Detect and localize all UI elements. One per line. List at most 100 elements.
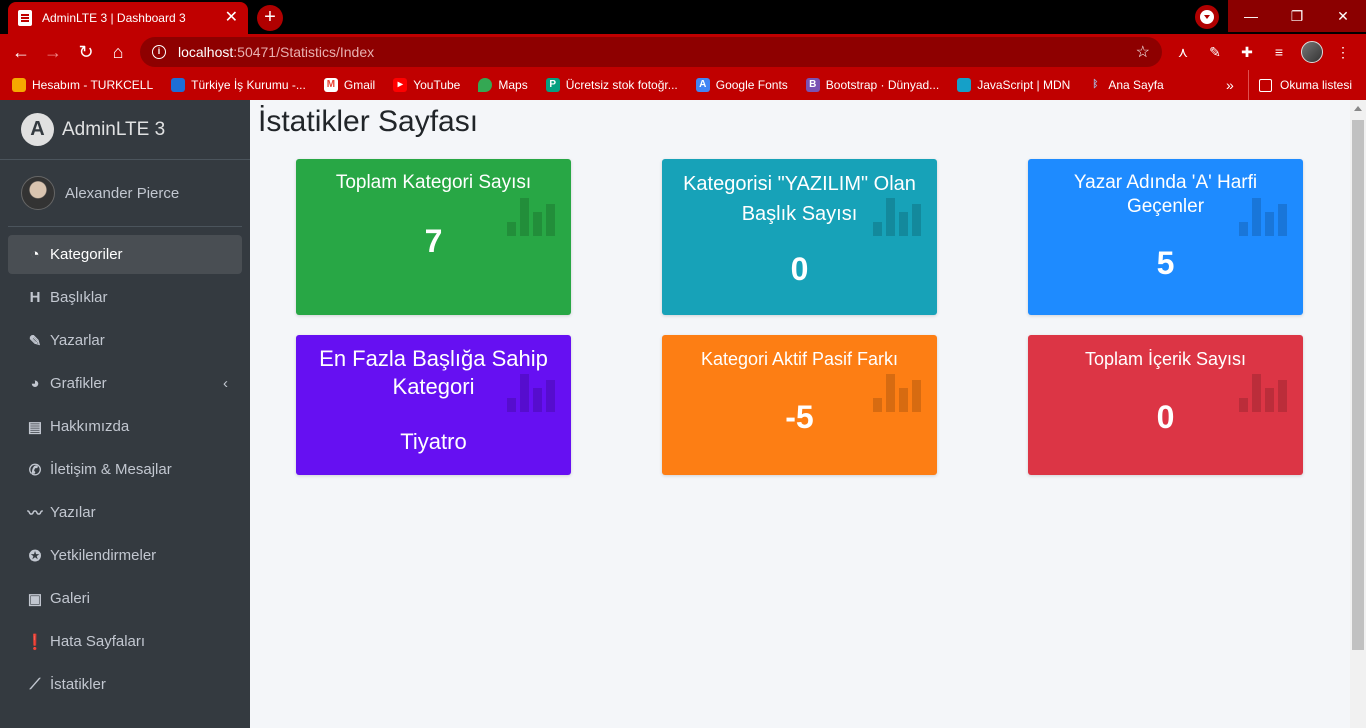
bar-chart-icon (507, 368, 557, 412)
sidebar-item-iletisim[interactable]: ✆ İletişim & Mesajlar (8, 450, 242, 489)
sidebar-item-istatikler[interactable]: ⟋ İstatikler (8, 665, 242, 704)
scrollbar-thumb[interactable] (1352, 120, 1364, 650)
chevron-left-icon[interactable]: ‹ (223, 375, 228, 392)
media-control-icon[interactable]: ≡ (1269, 42, 1289, 62)
browser-toolbar: ← → ↻ ⌂ i localhost:50471/Statistics/Ind… (0, 34, 1366, 70)
sidebar-item-yazarlar[interactable]: ✎ Yazarlar (8, 321, 242, 360)
sidebar-item-label: Yazarlar (50, 332, 105, 349)
bookmark-item[interactable]: ▸ YouTube (393, 78, 460, 92)
gmail-icon: M (323, 78, 338, 92)
bar-chart-icon (1239, 192, 1289, 236)
chart-pie-icon: ◕ (30, 375, 40, 392)
sidebar-item-label: Galeri (50, 590, 91, 607)
bookmark-item[interactable]: B Bootstrap · Dünyad... (805, 78, 939, 92)
card-value: Tiyatro (400, 429, 467, 454)
address-bar[interactable]: i localhost:50471/Statistics/Index ☆ (140, 37, 1162, 67)
pdf-extension-icon[interactable]: ⋏ (1173, 42, 1193, 62)
forward-arrow-icon[interactable]: → (41, 40, 65, 64)
pexels-icon: P (545, 78, 560, 92)
sidebar-item-label: Hata Sayfaları (50, 633, 146, 650)
menu-kebab-icon[interactable]: ⋮ (1333, 42, 1353, 62)
sidebar-item-basliklar[interactable]: H Başlıklar (8, 278, 242, 317)
card-title: Toplam İçerik Sayısı (1084, 349, 1247, 369)
tab-close-icon[interactable]: ✕ (225, 10, 238, 26)
image-icon: ▣ (27, 590, 43, 608)
sidebar-item-label: İstatikler (50, 676, 106, 693)
tab-search-icon[interactable] (1195, 5, 1219, 29)
mdn-icon (957, 78, 972, 92)
profile-avatar[interactable] (1301, 41, 1323, 63)
bookmark-item[interactable]: Hesabım - TURKCELL (12, 78, 153, 92)
brand-link[interactable]: AdminLTE 3 (0, 100, 250, 160)
card-title: Toplam Kategori Sayısı (335, 172, 532, 193)
bookmark-item[interactable]: ᛒ Ana Sayfa (1088, 78, 1163, 92)
user-panel: Alexander Pierce (8, 160, 242, 227)
google-fonts-icon: A (695, 78, 710, 92)
sidebar-item-yetkilendirmeler[interactable]: ✪ Yetkilendirmeler (8, 536, 242, 575)
user-name-link[interactable]: Alexander Pierce (65, 185, 179, 202)
pen-extension-icon[interactable]: ✎ (1205, 42, 1225, 62)
sidebar-item-grafikler[interactable]: ◕ Grafikler ‹ (8, 364, 242, 403)
heading-icon: H (29, 289, 41, 306)
sidebar-item-yazilar[interactable]: 〰 Yazılar (8, 493, 242, 532)
new-tab-button[interactable]: + (257, 5, 283, 31)
turkcell-icon (12, 78, 26, 92)
brand-text: AdminLTE 3 (62, 118, 166, 140)
maximize-button[interactable]: ❐ (1274, 0, 1320, 32)
stat-card-toplam-kategori: Toplam Kategori Sayısı 7 (296, 159, 571, 315)
back-arrow-icon[interactable]: ← (9, 40, 33, 64)
site-info-icon[interactable]: i (152, 45, 166, 59)
reload-icon[interactable]: ↻ (74, 40, 98, 64)
sidebar-item-label: Hakkımızda (50, 418, 130, 435)
bookmark-item[interactable]: A Google Fonts (695, 78, 788, 92)
bookmark-item[interactable]: Türkiye İş Kurumu -... (171, 78, 306, 92)
ana-sayfa-icon: ᛒ (1092, 79, 1099, 90)
bookmarks-overflow-icon[interactable]: » (1226, 77, 1234, 93)
bookmark-star-icon[interactable]: ☆ (1136, 42, 1150, 62)
pen-icon: ✎ (28, 332, 42, 350)
page-favicon-icon (18, 10, 32, 26)
sidebar-item-label: Yetkilendirmeler (50, 547, 157, 564)
signature-icon: 〰 (27, 505, 43, 522)
sidebar-item-hata-sayfalari[interactable]: ❗ Hata Sayfaları (8, 622, 242, 661)
extensions-puzzle-icon[interactable]: ✚ (1237, 42, 1257, 62)
browser-titlebar: AdminLTE 3 | Dashboard 3 ✕ + — ❐ ✕ (0, 0, 1366, 34)
sidebar-item-galeri[interactable]: ▣ Galeri (8, 579, 242, 618)
sidebar-item-kategoriler[interactable]: ◔ Kategoriler (8, 235, 242, 274)
bookmark-item[interactable]: P Ücretsiz stok fotoğr... (545, 78, 678, 92)
adminlte-logo-icon (21, 113, 54, 146)
bookmark-item[interactable]: JavaScript | MDN (957, 78, 1070, 92)
reading-list-button[interactable]: Okuma listesi (1248, 70, 1352, 100)
browser-tab[interactable]: AdminLTE 3 | Dashboard 3 ✕ (8, 2, 248, 34)
page-scrollbar[interactable] (1350, 100, 1366, 728)
bootstrap-icon: B (805, 78, 820, 92)
url-path: :50471/Statistics/Index (233, 44, 375, 60)
stat-card-toplam-icerik: Toplam İçerik Sayısı 0 (1028, 335, 1303, 475)
bookmarks-bar: Hesabım - TURKCELL Türkiye İş Kurumu -..… (0, 70, 1366, 100)
close-window-button[interactable]: ✕ (1320, 0, 1366, 32)
bookmark-item[interactable]: M Gmail (323, 78, 375, 92)
user-avatar (21, 176, 55, 210)
minimize-button[interactable]: — (1228, 0, 1274, 32)
card-value: 5 (1156, 245, 1175, 281)
bar-chart-icon (1239, 368, 1289, 412)
sidebar-item-hakkimizda[interactable]: ▤ Hakkımızda (8, 407, 242, 446)
main-content: İstatikler Sayfası Toplam Kategori Sayıs… (250, 100, 1350, 728)
reading-list-icon (1259, 78, 1272, 92)
url-host: localhost (178, 44, 234, 60)
bookmark-item[interactable]: Maps (478, 78, 528, 92)
tachometer-icon: ◔ (30, 246, 40, 263)
maps-icon (478, 78, 493, 92)
iskur-icon (171, 78, 186, 92)
stat-card-aktif-pasif-farki: Kategori Aktif Pasif Farkı -5 (662, 335, 937, 475)
card-title: Kategori Aktif Pasif Farkı (700, 349, 899, 369)
sidebar-item-label: Kategoriler (50, 246, 123, 263)
stat-card-en-fazla-baslik: En Fazla Başlığa Sahip Kategori Tiyatro (296, 335, 571, 475)
phone-icon: ✆ (28, 461, 42, 479)
home-icon[interactable]: ⌂ (106, 40, 130, 64)
sidebar-item-label: Yazılar (50, 504, 96, 521)
scroll-up-arrow-icon[interactable] (1354, 106, 1362, 111)
sidebar-nav: ◔ Kategoriler H Başlıklar ✎ Yazarlar ◕ G… (0, 227, 250, 704)
chart-line-icon: ⟋ (29, 676, 41, 693)
tab-title: AdminLTE 3 | Dashboard 3 (42, 11, 186, 25)
